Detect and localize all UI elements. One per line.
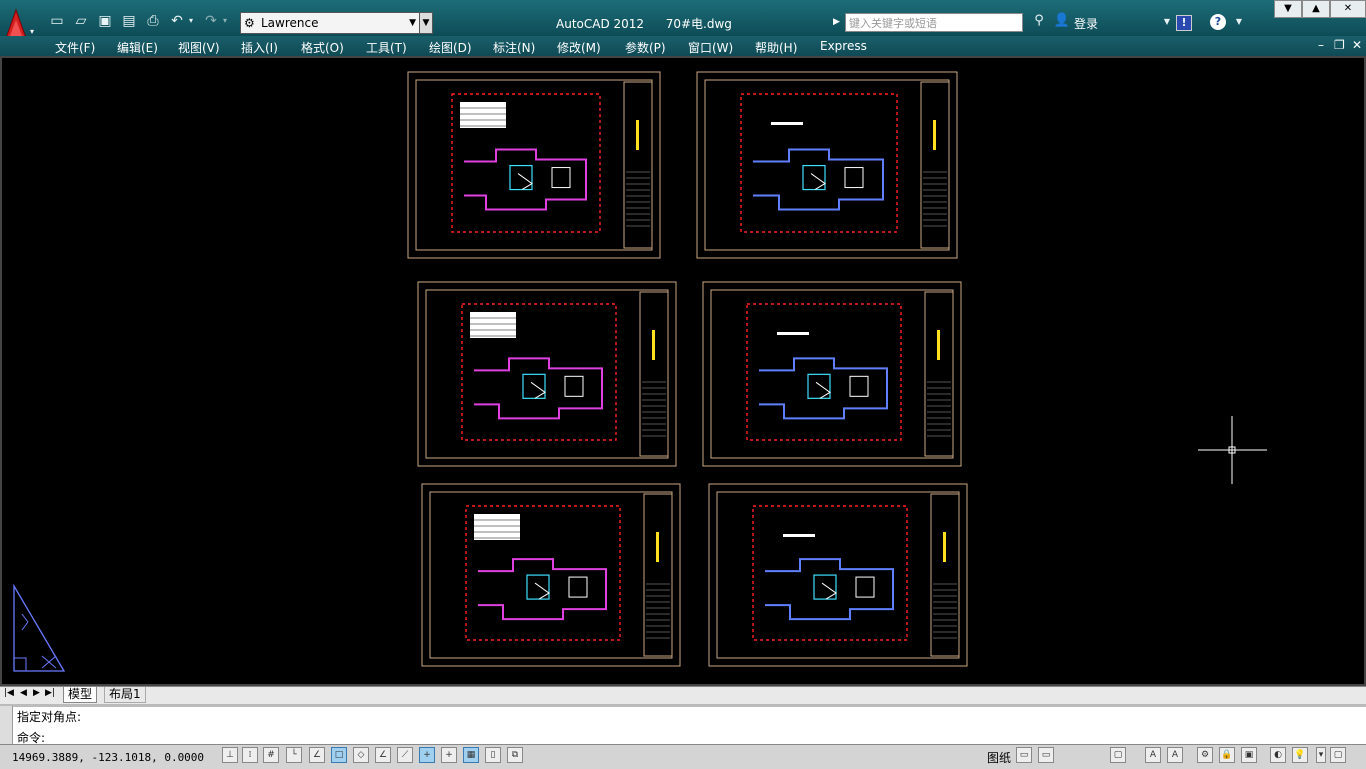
lineweight-icon[interactable]: + <box>441 747 457 763</box>
help-icon[interactable]: ? <box>1210 14 1226 30</box>
3d-object-snap-icon[interactable]: ◇ <box>353 747 369 763</box>
menu-draw[interactable]: 绘图(D) <box>429 39 472 56</box>
menu-insert[interactable]: 插入(I) <box>241 39 278 56</box>
dynamic-ucs-icon[interactable]: ⟋ <box>397 747 413 763</box>
undo-icon[interactable]: ↶ <box>168 12 186 30</box>
command-line-grip[interactable] <box>0 706 13 744</box>
save-as-icon[interactable]: ▤ <box>120 12 138 30</box>
drawing-sheet <box>702 281 962 467</box>
menu-tools[interactable]: 工具(T) <box>366 39 407 56</box>
menu-dimension[interactable]: 标注(N) <box>493 39 535 56</box>
menu-file[interactable]: 文件(F) <box>55 39 95 56</box>
layout-tabs-bar <box>0 686 1366 704</box>
quick-view-drawings-icon[interactable]: ▭ <box>1038 747 1054 763</box>
close-window-button[interactable]: ✕ <box>1330 0 1366 18</box>
user-icon: 👤 <box>1053 13 1071 28</box>
status-bar <box>0 744 1366 769</box>
tab-model[interactable]: 模型 <box>63 687 98 703</box>
quick-properties-icon[interactable]: ▯ <box>485 747 501 763</box>
lightbulb-icon[interactable]: 💡 <box>1292 747 1308 763</box>
command-line-window <box>0 704 1366 747</box>
search-expand-icon[interactable]: ▶ <box>833 13 843 32</box>
doc-restore-button[interactable]: ❐ <box>1334 38 1345 52</box>
selection-cycling-icon[interactable]: ⧉ <box>507 747 523 763</box>
doc-close-button[interactable]: ✕ <box>1352 38 1362 52</box>
paper-space-label[interactable]: 图纸 <box>987 749 1011 766</box>
chevron-down-icon: ▼ <box>409 18 416 28</box>
menu-parameters[interactable]: 参数(P) <box>625 39 666 56</box>
next-tab-icon[interactable]: ▶ <box>33 688 40 698</box>
menu-view[interactable]: 视图(V) <box>178 39 220 56</box>
lock-icon[interactable]: 🔒 <box>1219 747 1235 763</box>
clean-screen-icon[interactable]: ▢ <box>1330 747 1346 763</box>
command-history-line: 指定对角点: <box>17 710 82 724</box>
transparency-icon[interactable]: ▦ <box>463 747 479 763</box>
workspace-switching-icon[interactable]: ⚙ <box>1197 747 1213 763</box>
quick-access-customize-button[interactable]: ▼ <box>419 12 433 34</box>
prev-tab-icon[interactable]: ◀ <box>20 688 27 698</box>
ortho-mode-icon[interactable]: └ <box>286 747 302 763</box>
app-title: AutoCAD 2012 <box>556 17 645 31</box>
help-dropdown-icon[interactable]: ▼ <box>1230 13 1248 31</box>
drawing-sheet <box>708 483 968 667</box>
workspace-selector[interactable]: ⚙ Lawrence ▼ <box>240 12 420 34</box>
dynamic-input-icon[interactable]: + <box>419 747 435 763</box>
new-file-icon[interactable]: ▭ <box>48 12 66 30</box>
login-dropdown-icon[interactable]: ▼ <box>1158 13 1176 31</box>
infer-constraints-icon[interactable]: ⊥ <box>222 747 238 763</box>
restore-window-button[interactable]: ▲ <box>1302 0 1330 18</box>
annotation-scale-icon[interactable]: A <box>1145 747 1161 763</box>
tab-layout1[interactable]: 布局1 <box>104 687 146 703</box>
menu-format[interactable]: 格式(O) <box>301 39 344 56</box>
crosshair-cursor <box>1198 416 1267 484</box>
drawing-area[interactable] <box>0 56 1366 686</box>
menu-window[interactable]: 窗口(W) <box>688 39 733 56</box>
menu-modify[interactable]: 修改(M) <box>557 39 601 56</box>
save-icon[interactable]: ▣ <box>96 12 114 30</box>
doc-minimize-button[interactable]: – <box>1318 38 1324 52</box>
polar-tracking-icon[interactable]: ∠ <box>309 747 325 763</box>
hardware-acceleration-icon[interactable]: ▣ <box>1241 747 1257 763</box>
status-menu-icon[interactable]: ▾ <box>1316 747 1326 763</box>
first-tab-icon[interactable]: |◀ <box>4 688 14 698</box>
isolate-objects-icon[interactable]: ◐ <box>1270 747 1286 763</box>
last-tab-icon[interactable]: ▶| <box>45 688 55 698</box>
menu-express[interactable]: Express <box>820 39 867 53</box>
minimize-window-button[interactable]: ▼ <box>1274 0 1302 18</box>
object-snap-icon[interactable]: □ <box>331 747 347 763</box>
object-snap-tracking-icon[interactable]: ∠ <box>375 747 391 763</box>
open-file-icon[interactable]: ▱ <box>72 12 90 30</box>
binoculars-search-icon[interactable]: ⚲ <box>1030 12 1048 30</box>
print-icon[interactable]: ⎙ <box>144 12 162 30</box>
file-name: 70#电.dwg <box>665 17 732 31</box>
workspace-name: Lawrence <box>261 16 319 30</box>
undo-dropdown-icon[interactable]: ▾ <box>186 12 196 30</box>
window-title: AutoCAD 2012 70#电.dwg <box>556 15 732 32</box>
redo-icon[interactable]: ↷ <box>202 12 220 30</box>
drawing-sheet <box>407 71 661 259</box>
search-input[interactable]: 键入关键字或短语 <box>845 13 1023 32</box>
menu-edit[interactable]: 编辑(E) <box>117 39 158 56</box>
exchange-icon[interactable]: ! <box>1176 15 1192 31</box>
svg-text:▾: ▾ <box>30 27 34 36</box>
login-button[interactable]: 登录 <box>1074 15 1098 32</box>
ucs-icon <box>13 583 66 672</box>
drawing-sheet <box>696 71 958 259</box>
maximize-viewport-icon[interactable]: ▢ <box>1110 747 1126 763</box>
redo-dropdown-icon[interactable]: ▾ <box>220 12 230 30</box>
snap-mode-icon[interactable]: ⁞ <box>242 747 258 763</box>
drawing-sheet <box>421 483 681 667</box>
gear-icon: ⚙ <box>244 16 255 30</box>
quick-view-layouts-icon[interactable]: ▭ <box>1016 747 1032 763</box>
drawing-sheet <box>417 281 677 467</box>
grid-display-icon[interactable]: # <box>263 747 279 763</box>
annotation-visibility-icon[interactable]: A <box>1167 747 1183 763</box>
menu-help[interactable]: 帮助(H) <box>755 39 797 56</box>
coordinate-readout[interactable]: 14969.3889, -123.1018, 0.0000 <box>12 751 204 764</box>
